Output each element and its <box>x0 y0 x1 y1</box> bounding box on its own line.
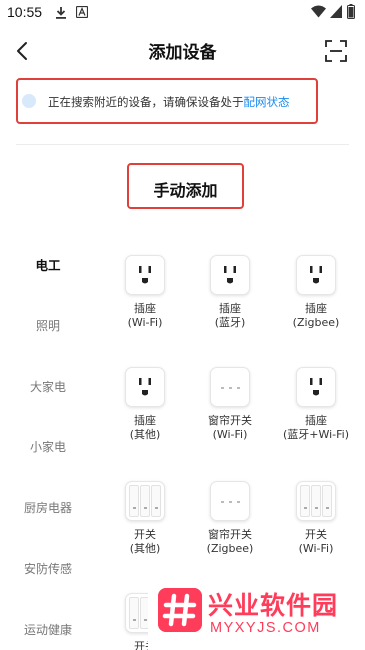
device-protocol: (其他) <box>129 428 161 441</box>
search-status-text: 正在搜索附近的设备，请确保设备处于配网状态 <box>48 94 290 110</box>
device-protocol: (Zigbee) <box>292 316 340 329</box>
socket-icon <box>125 255 165 295</box>
device-curtain-switch-wifi[interactable]: 窗帘开关 (Wi-Fi) <box>195 367 265 442</box>
device-name: 窗帘开关 <box>208 528 252 541</box>
page-title: 添加设备 <box>148 43 217 63</box>
battery-icon <box>347 4 355 19</box>
device-protocol: (Zigbee) <box>206 542 254 555</box>
divider <box>16 144 349 145</box>
curtain-switch-icon <box>210 367 250 407</box>
device-name: 插座 <box>134 414 156 427</box>
signal-icon <box>330 5 342 18</box>
device-name: 插座 <box>305 414 327 427</box>
device-protocol: (Wi-Fi) <box>212 428 248 441</box>
device-curtain-switch-zigbee[interactable]: 窗帘开关 (Zigbee) <box>195 481 265 556</box>
category-item-security[interactable]: 安防传感 <box>0 560 96 577</box>
socket-icon <box>296 367 336 407</box>
searching-indicator-icon <box>22 94 36 108</box>
device-protocol: (Wi-Fi) <box>127 316 163 329</box>
status-time: 10:55 <box>7 4 43 20</box>
search-message: 正在搜索附近的设备，请确保设备处于 <box>48 95 244 109</box>
watermark-overlay: 兴业软件园 MYXYJS.COM <box>148 576 365 650</box>
scan-icon[interactable] <box>324 39 348 63</box>
category-item-lighting[interactable]: 照明 <box>0 317 96 334</box>
manual-add-title: 手动添加 <box>153 181 218 200</box>
device-name: 窗帘开关 <box>208 414 252 427</box>
device-name: 插座 <box>305 302 327 315</box>
device-name: 开关 <box>134 528 156 541</box>
device-socket-bluetooth-wifi[interactable]: 插座 (蓝牙+Wi-Fi) <box>281 367 351 442</box>
watermark-title: 兴业软件园 <box>208 591 339 620</box>
socket-icon <box>125 367 165 407</box>
socket-icon <box>296 255 336 295</box>
category-item-sports-health[interactable]: 运动健康 <box>0 621 96 638</box>
download-icon <box>56 7 66 19</box>
wifi-icon <box>311 5 326 18</box>
socket-icon <box>210 255 250 295</box>
three-gang-switch-icon <box>296 481 336 521</box>
network-config-link[interactable]: 配网状态 <box>244 95 290 109</box>
device-switch-other[interactable]: 开关 (其他) <box>110 481 180 556</box>
device-socket-wifi[interactable]: 插座 (Wi-Fi) <box>110 255 180 330</box>
manual-add-section: 手动添加 <box>127 163 244 209</box>
device-socket-other[interactable]: 插座 (其他) <box>110 367 180 442</box>
category-item-large-appliances[interactable]: 大家电 <box>0 378 96 395</box>
device-protocol: (Wi-Fi) <box>298 542 334 555</box>
device-protocol: (其他) <box>129 542 161 555</box>
app-a-icon <box>76 6 88 18</box>
category-item-kitchen[interactable]: 厨房电器 <box>0 499 96 516</box>
device-protocol: (蓝牙) <box>214 316 246 329</box>
watermark-subtitle: MYXYJS.COM <box>210 620 321 636</box>
category-item-electrical[interactable]: 电工 <box>0 255 96 274</box>
device-switch-wifi[interactable]: 开关 (Wi-Fi) <box>281 481 351 556</box>
three-gang-switch-icon <box>125 481 165 521</box>
device-socket-zigbee[interactable]: 插座 (Zigbee) <box>281 255 351 330</box>
hash-logo-icon <box>158 588 202 632</box>
device-name: 插座 <box>134 302 156 315</box>
status-bar: 10:55 <box>0 0 365 26</box>
category-item-small-appliances[interactable]: 小家电 <box>0 438 96 455</box>
search-status-banner: 正在搜索附近的设备，请确保设备处于配网状态 <box>16 78 318 124</box>
device-socket-bluetooth[interactable]: 插座 (蓝牙) <box>195 255 265 330</box>
header: 添加设备 <box>0 26 365 74</box>
device-protocol: (蓝牙+Wi-Fi) <box>282 428 350 441</box>
curtain-switch-icon <box>210 481 250 521</box>
device-name: 插座 <box>219 302 241 315</box>
device-name: 开关 <box>305 528 327 541</box>
